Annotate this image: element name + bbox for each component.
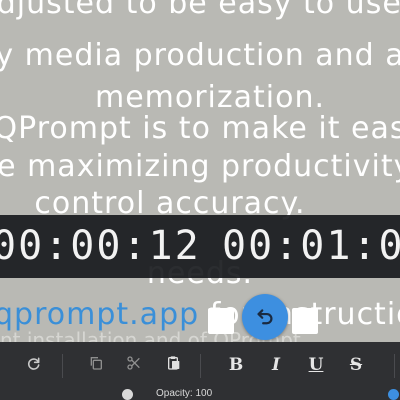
timer-bar: 00:00:12 00:01:05 xyxy=(0,215,400,278)
scissors-icon xyxy=(126,355,142,376)
prompter-faint-line: nt installation and of QPrompt xyxy=(0,328,301,342)
prompter-link-line: qprompt.app for instructiona xyxy=(0,297,400,332)
cut-button[interactable] xyxy=(120,351,148,379)
paste-icon xyxy=(166,355,182,376)
right-marker-handle[interactable] xyxy=(292,308,318,334)
opacity-slider-handle[interactable] xyxy=(122,389,133,400)
underline-button[interactable]: U xyxy=(302,351,330,379)
prompter-line: y media production and a xyxy=(0,38,400,73)
elapsed-timer: 00:00:12 xyxy=(0,223,201,269)
undo-button[interactable] xyxy=(242,294,288,340)
accent-slider-handle[interactable] xyxy=(388,389,399,400)
bold-button[interactable]: B xyxy=(222,351,250,379)
prompter-line: re is adjusted to be easy to use xyxy=(0,0,400,21)
copy-icon xyxy=(88,355,104,376)
opacity-label: Opacity: 100 xyxy=(156,389,213,399)
redo-button[interactable] xyxy=(20,351,48,379)
toolbar-separator xyxy=(200,354,201,378)
editor-toolbar: B I U S Opacity: 100 xyxy=(0,342,400,400)
website-link[interactable]: qprompt.app xyxy=(0,297,199,332)
copy-button[interactable] xyxy=(82,351,110,379)
paste-button[interactable] xyxy=(160,351,188,379)
total-timer: 00:01:05 xyxy=(222,223,400,269)
strikethrough-button[interactable]: S xyxy=(342,351,370,379)
redo-icon xyxy=(26,355,42,376)
italic-button[interactable]: I xyxy=(262,351,290,379)
opacity-row: Opacity: 100 xyxy=(0,389,400,400)
prompter-line: e maximizing productivity, xyxy=(0,149,400,184)
prompter-text-area[interactable]: re is adjusted to be easy to use y media… xyxy=(0,0,400,342)
undo-icon xyxy=(254,304,276,330)
toolbar-separator xyxy=(394,354,395,378)
prompter-line: memorization. xyxy=(94,80,326,115)
toolbar-separator xyxy=(62,354,63,378)
prompter-line: QPrompt is to make it eas xyxy=(0,111,400,146)
left-marker-handle[interactable] xyxy=(208,308,234,334)
